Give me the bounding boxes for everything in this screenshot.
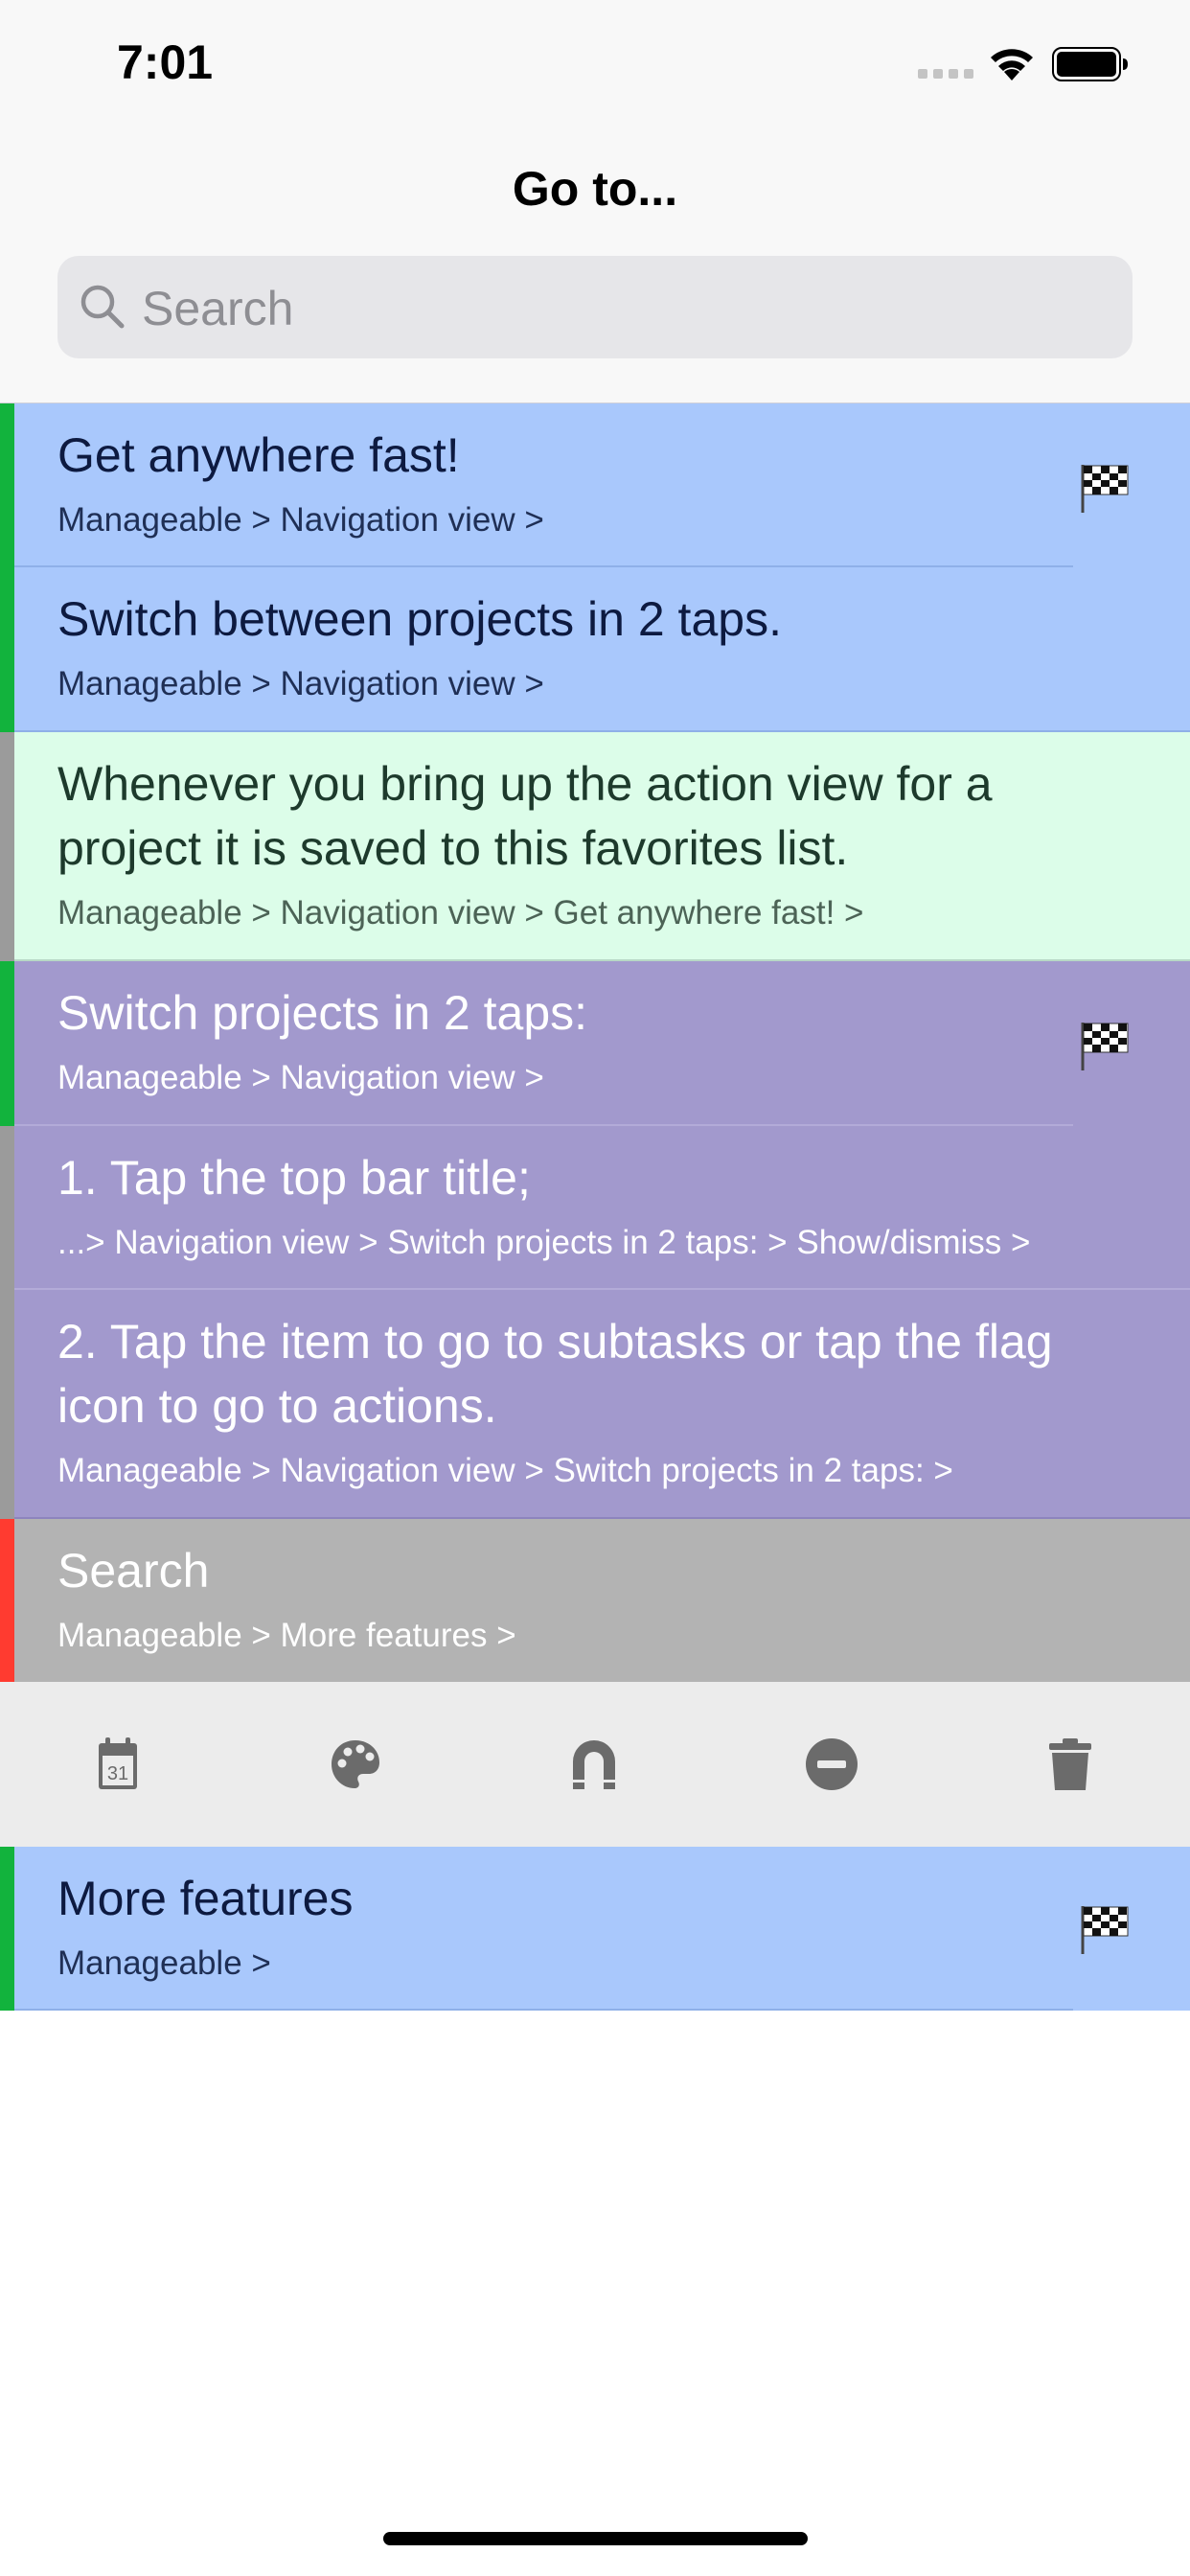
search-bar[interactable] [57,256,1133,360]
favorites-list-bottom: More features Manageable > [0,1847,1190,2011]
status-stripe [0,961,14,1126]
item-title: Switch projects in 2 taps: [57,986,588,1040]
checkered-flag-icon[interactable] [1079,1019,1131,1072]
home-indicator[interactable] [383,2532,808,2545]
favorites-list: Get anywhere fast! Manageable > Navigati… [0,403,1190,1683]
search-icon [80,285,125,329]
status-stripe [0,732,14,961]
checkered-flag-icon[interactable] [1079,461,1131,515]
color-button[interactable] [308,1716,403,1812]
cellular-signal-icon [918,69,973,79]
magnet-icon [573,1740,615,1789]
item-title: More features [57,1872,354,1925]
trash-icon [1049,1738,1091,1790]
list-item[interactable]: 2. Tap the item to go to subtasks or tap… [0,1290,1190,1519]
calendar-icon: 31 [99,1737,137,1789]
status-stripe [0,403,14,567]
list-item[interactable]: Switch between projects in 2 taps. Manag… [0,567,1190,732]
item-title: 1. Tap the top bar title; [57,1151,531,1205]
list-item[interactable]: More features Manageable > [0,1847,1190,2011]
item-path: ...> Navigation view > Switch projects i… [57,1224,1031,1261]
magnet-button[interactable] [546,1716,642,1812]
delete-button[interactable] [1022,1716,1118,1812]
status-stripe [0,567,14,732]
list-item[interactable]: Search Manageable > More features > [0,1519,1190,1683]
page-title[interactable]: Go to... [0,161,1190,217]
status-time: 7:01 [117,35,214,89]
list-item[interactable]: Switch projects in 2 taps: Manageable > … [0,961,1190,1126]
status-stripe [0,1126,14,1290]
list-item[interactable]: Whenever you bring up the action view fo… [0,732,1190,961]
row-separator [14,2009,1073,2011]
battery-icon [1052,47,1128,81]
status-stripe [0,1847,14,2011]
checkered-flag-icon[interactable] [1079,1902,1131,1956]
status-stripe [0,1519,14,1683]
item-path: Manageable > Navigation view > [57,1059,544,1096]
item-path: Manageable > More features > [57,1617,516,1654]
status-stripe [0,1290,14,1519]
calendar-day: 31 [107,1763,128,1784]
nav-header: Go to... [0,134,1190,403]
remove-button[interactable] [784,1716,880,1812]
item-title: Switch between projects in 2 taps. [57,592,782,646]
minus-circle-icon [806,1738,858,1790]
item-path: Manageable > Navigation view > [57,665,544,702]
item-path: Manageable > Navigation view > Switch pr… [57,1452,953,1489]
wifi-icon [991,49,1033,80]
calendar-button[interactable]: 31 [70,1716,166,1812]
item-title: Whenever you bring up the action view fo… [57,757,993,875]
search-input[interactable] [140,256,1102,360]
item-title: 2. Tap the item to go to subtasks or tap… [57,1315,1053,1433]
status-bar: 7:01 [0,0,1190,134]
item-path: Manageable > Navigation view > [57,501,544,539]
action-toolbar: 31 [0,1682,1190,1847]
item-title: Get anywhere fast! [57,428,460,482]
item-title: Search [57,1544,210,1598]
item-path: Manageable > [57,1944,271,1982]
list-item[interactable]: Get anywhere fast! Manageable > Navigati… [0,403,1190,567]
item-path: Manageable > Navigation view > Get anywh… [57,894,864,932]
list-item[interactable]: 1. Tap the top bar title; ...> Navigatio… [0,1126,1190,1290]
palette-icon [332,1740,379,1788]
